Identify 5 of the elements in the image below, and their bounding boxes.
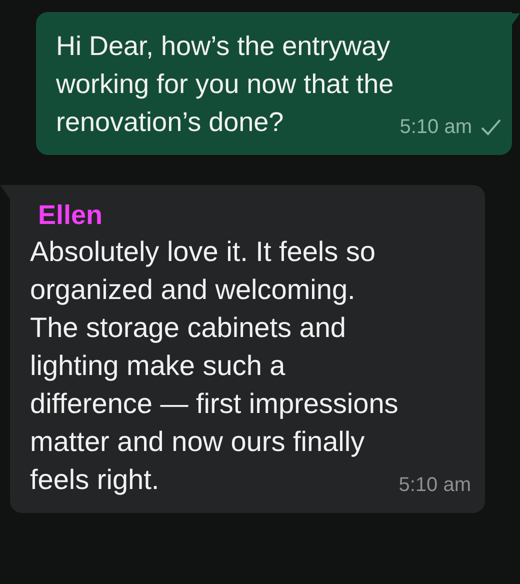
message-text: Absolutely love it. It feels so organized and welcoming. The storage cabinets and lighting make such a difference — first impressions matter and now ours finally feels right. [30,235,399,497]
message-text: Hi Dear, how’s the entryway working for you now that the renovation’s done? [56,30,395,139]
message-time: 5:10 am [398,473,471,497]
sender-name: Ellen [38,199,103,232]
message-time: 5:10 am [400,115,472,139]
